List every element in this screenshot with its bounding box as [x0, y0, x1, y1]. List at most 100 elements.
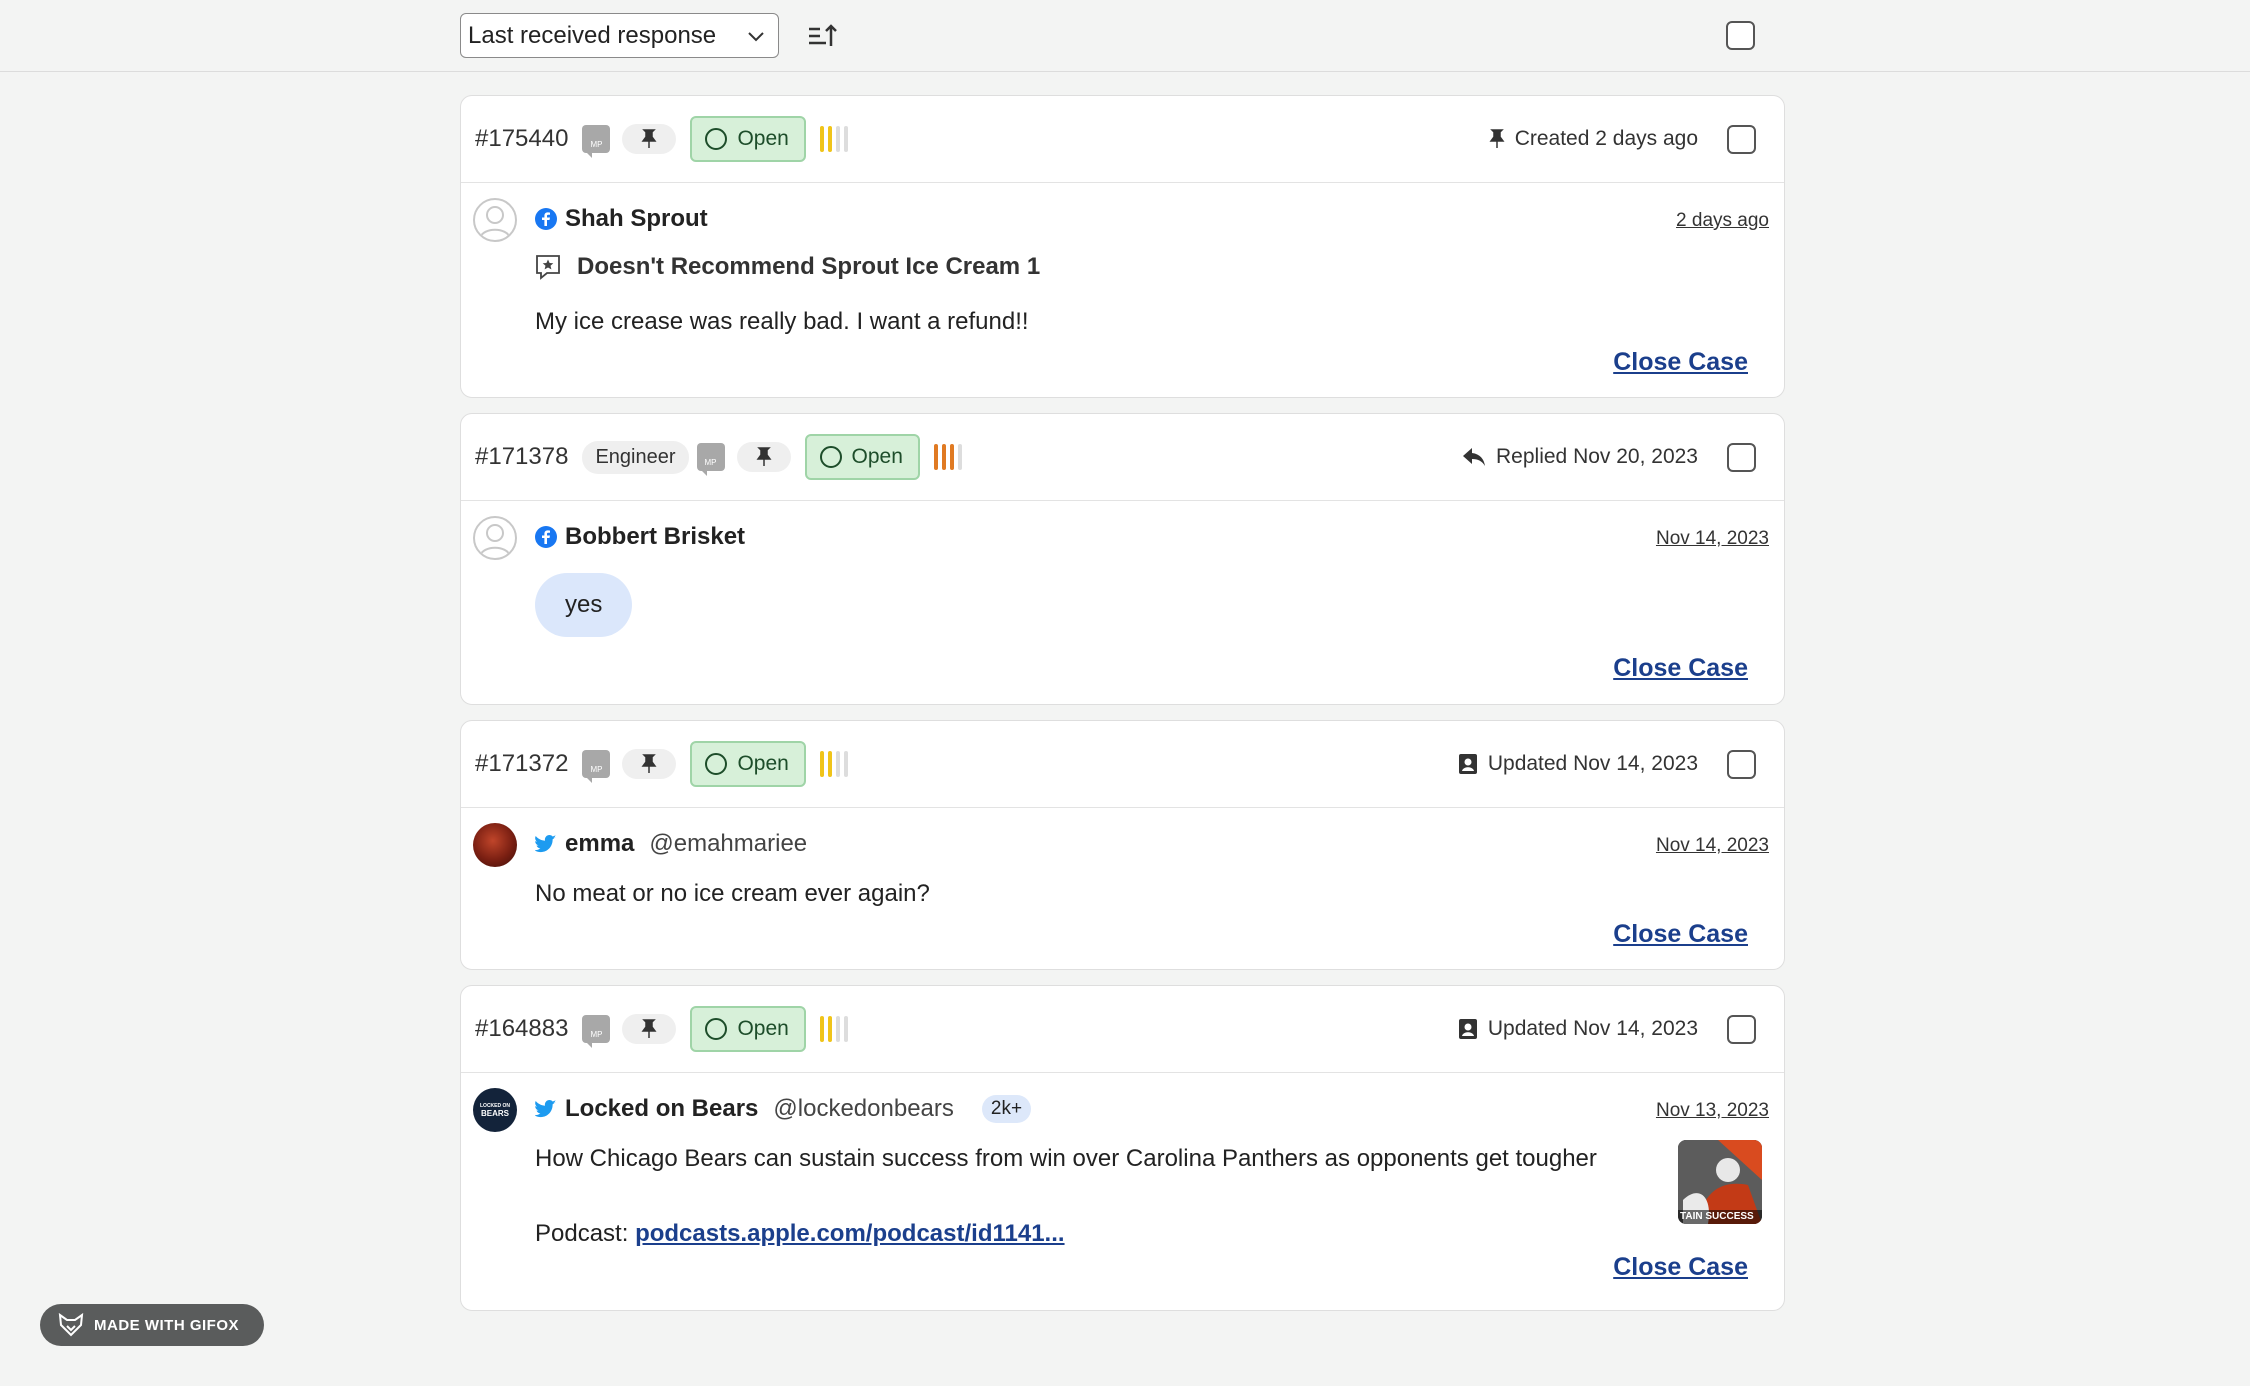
priority-bar: [819, 1016, 824, 1042]
message-text: My ice crease was really bad. I want a r…: [535, 308, 1029, 335]
watermark-text: MADE WITH GIFOX: [94, 1316, 239, 1334]
case-header: #164883 MP Open Updated Nov 14, 2023: [461, 986, 1784, 1073]
priority-indicator: [819, 1016, 848, 1042]
open-status-icon: [705, 128, 728, 150]
pin-icon: [641, 129, 657, 148]
twitter-icon: [535, 1099, 557, 1119]
pin-button[interactable]: [622, 124, 677, 154]
case-meta-text: Replied Nov 20, 2023: [1496, 445, 1698, 468]
message-date-link[interactable]: Nov 14, 2023: [1656, 528, 1769, 550]
status-badge[interactable]: Open: [690, 116, 806, 162]
pin-button[interactable]: [736, 442, 791, 472]
case-card[interactable]: #171378 Engineer MP Open Replied Nov 20,…: [460, 413, 1785, 705]
case-card[interactable]: #175440 MP Open Created 2 days ago Shah …: [460, 95, 1785, 398]
contact-card-icon: [1458, 1018, 1478, 1040]
author-name[interactable]: emma: [565, 830, 634, 858]
priority-indicator: [819, 751, 848, 777]
mp-label: MP: [590, 1030, 603, 1039]
case-card[interactable]: #171372 MP Open Updated Nov 14, 2023 emm…: [460, 720, 1785, 970]
facebook-icon: [535, 208, 557, 230]
status-badge[interactable]: Open: [804, 434, 920, 480]
fox-logo-icon: [58, 1313, 84, 1337]
case-id: #175440: [475, 125, 569, 152]
message-bubble: yes: [535, 573, 633, 637]
status-label: Open: [851, 445, 903, 468]
message-date-link[interactable]: Nov 14, 2023: [1656, 835, 1769, 857]
chevron-down-icon: [748, 31, 764, 41]
case-card[interactable]: #164883 MP Open Updated Nov 14, 2023 LOC…: [460, 985, 1785, 1311]
review-star-icon: [536, 255, 560, 280]
case-tag[interactable]: Engineer: [582, 440, 689, 474]
pin-button[interactable]: [622, 1014, 677, 1044]
case-body: emma @emahmariee Nov 14, 2023 No meat or…: [461, 808, 1784, 969]
priority-bar: [835, 1016, 840, 1042]
pin-button[interactable]: [622, 749, 677, 779]
author-name[interactable]: Locked on Bears: [565, 1095, 758, 1123]
message-date-link[interactable]: Nov 13, 2023: [1656, 1100, 1769, 1122]
case-header: #171372 MP Open Updated Nov 14, 2023: [461, 721, 1784, 808]
priority-bar: [827, 751, 832, 777]
sort-ascending-icon[interactable]: [806, 20, 838, 52]
message-text: How Chicago Bears can sustain success fr…: [535, 1145, 1597, 1172]
priority-bar: [933, 444, 938, 470]
status-label: Open: [737, 752, 789, 775]
message-date-link[interactable]: 2 days ago: [1676, 210, 1769, 232]
open-status-icon: [705, 753, 728, 775]
case-select-checkbox[interactable]: [1727, 124, 1756, 154]
close-case-link[interactable]: Close Case: [1613, 1253, 1748, 1282]
review-title-text: Doesn't Recommend Sprout Ice Cream 1: [577, 253, 1041, 280]
mp-label: MP: [590, 140, 603, 149]
podcast-prefix: Podcast:: [535, 1220, 636, 1247]
case-body: LOCKED ON BEARS Locked on Bears @lockedo…: [461, 1073, 1784, 1310]
thumbnail-caption: TAIN SUCCESS: [1680, 1211, 1754, 1222]
priority-bar: [827, 126, 832, 152]
pin-icon: [756, 447, 771, 466]
case-header: #175440 MP Open Created 2 days ago: [461, 96, 1784, 183]
avatar: [473, 823, 517, 867]
message-preview-icon: MP: [582, 1015, 611, 1048]
sort-dropdown[interactable]: Last received response: [460, 13, 779, 58]
author-handle[interactable]: @emahmariee: [649, 830, 807, 858]
author-name[interactable]: Bobbert Brisket: [565, 523, 745, 551]
case-body: Shah Sprout 2 days ago Doesn't Recommend…: [461, 183, 1784, 397]
case-select-checkbox[interactable]: [1727, 1014, 1756, 1044]
message-preview-icon: MP: [582, 750, 611, 783]
pin-icon: [1489, 128, 1505, 150]
review-title: Doesn't Recommend Sprout Ice Cream 1: [535, 253, 1040, 281]
case-header: #171378 Engineer MP Open Replied Nov 20,…: [461, 414, 1784, 501]
close-case-link[interactable]: Close Case: [1613, 654, 1748, 683]
open-status-icon: [819, 446, 842, 468]
case-select-checkbox[interactable]: [1727, 749, 1756, 779]
select-all-checkbox[interactable]: [1726, 21, 1755, 50]
priority-bar: [819, 751, 824, 777]
message-preview-icon: MP: [696, 443, 725, 476]
case-body: Bobbert Brisket Nov 14, 2023 yes Close C…: [461, 501, 1784, 704]
gifox-watermark: MADE WITH GIFOX: [40, 1304, 264, 1346]
podcast-link[interactable]: podcasts.apple.com/podcast/id1141...: [635, 1220, 1064, 1247]
avatar: [473, 198, 517, 242]
message-text: No meat or no ice cream ever again?: [535, 880, 930, 907]
case-id: #164883: [475, 1015, 569, 1042]
case-id: #171378: [475, 443, 569, 470]
reply-icon: [1462, 446, 1486, 468]
follower-count-badge: 2k+: [981, 1095, 1032, 1123]
author-handle[interactable]: @lockedonbears: [773, 1095, 953, 1123]
case-select-checkbox[interactable]: [1727, 442, 1756, 472]
toolbar: Last received response: [0, 0, 2250, 72]
status-badge[interactable]: Open: [690, 741, 806, 787]
priority-bar: [843, 1016, 848, 1042]
mp-label: MP: [704, 458, 717, 467]
priority-indicator: [933, 444, 962, 470]
author-name[interactable]: Shah Sprout: [565, 205, 708, 233]
priority-bar: [819, 126, 824, 152]
sort-dropdown-label: Last received response: [468, 21, 717, 49]
close-case-link[interactable]: Close Case: [1613, 348, 1748, 377]
priority-bar: [835, 126, 840, 152]
twitter-icon: [535, 834, 557, 854]
close-case-link[interactable]: Close Case: [1613, 920, 1748, 949]
status-badge[interactable]: Open: [690, 1006, 806, 1052]
media-thumbnail[interactable]: TAIN SUCCESS: [1678, 1140, 1762, 1224]
priority-bar: [827, 1016, 832, 1042]
facebook-icon: [535, 526, 557, 548]
priority-bar: [957, 444, 962, 470]
